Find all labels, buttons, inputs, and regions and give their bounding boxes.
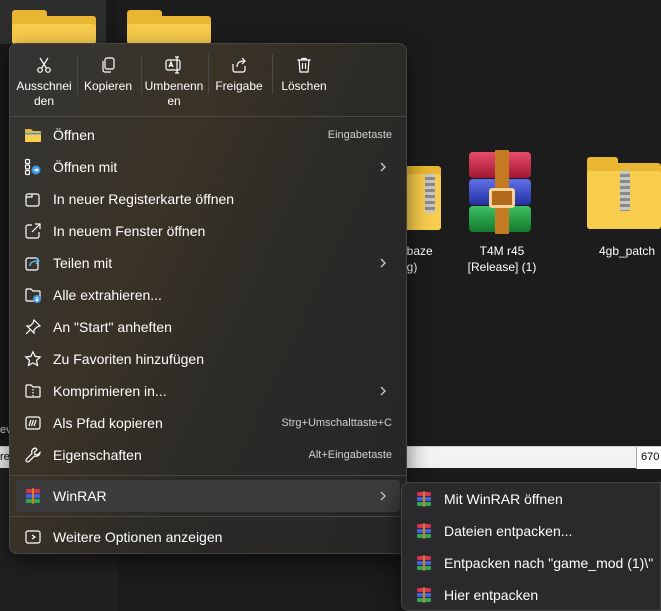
menu-label: Als Pfad kopieren	[53, 415, 163, 431]
menu-shortcut: Strg+Umschalttaste+C	[281, 417, 392, 429]
menu-separator	[10, 475, 406, 476]
copy-icon	[99, 54, 117, 76]
menu-item-share-with[interactable]: Teilen mit	[16, 247, 400, 279]
winrar-archive-icon[interactable]	[467, 150, 533, 234]
menu-item-properties[interactable]: Eigenschaften Alt+Eingabetaste	[16, 439, 400, 471]
menu-label: In neuem Fenster öffnen	[53, 223, 206, 239]
zip-folder-icon[interactable]	[587, 157, 661, 229]
quick-separator	[272, 54, 273, 94]
cut-button[interactable]: Ausschnei den	[14, 50, 74, 112]
copy-label: Kopieren	[83, 79, 133, 93]
delete-label: Löschen	[281, 79, 327, 93]
menu-item-extract-all[interactable]: Alle extrahieren...	[16, 279, 400, 311]
menu-shortcut: Eingabetaste	[327, 129, 392, 141]
menu-item-open[interactable]: Öffnen Eingabetaste	[16, 119, 400, 151]
rename-label: Umbenenn en	[144, 79, 204, 108]
menu-item-compress[interactable]: Komprimieren in...	[16, 375, 400, 407]
trash-icon	[295, 54, 313, 76]
context-menu: Ausschnei den Kopieren Umbenenn en Freig…	[9, 43, 407, 554]
folder-open-icon	[24, 126, 42, 144]
chevron-right-icon	[380, 258, 386, 268]
menu-label: Eigenschaften	[53, 447, 142, 463]
submenu-item-extract-files[interactable]: Dateien entpacken...	[406, 516, 658, 546]
menu-item-copy-as-path[interactable]: Als Pfad kopieren Strg+Umschalttaste+C	[16, 407, 400, 439]
folder-icon[interactable]	[127, 10, 211, 44]
winrar-icon	[416, 491, 432, 507]
chevron-right-icon	[380, 386, 386, 396]
menu-separator	[10, 116, 406, 117]
pin-icon	[24, 318, 42, 336]
submenu-label: Hier entpacken	[444, 587, 539, 603]
more-options-icon	[24, 528, 42, 546]
extract-all-icon	[24, 286, 42, 304]
file-label-4gb-patch: 4gb_patch	[598, 244, 656, 258]
menu-item-open-new-window[interactable]: In neuem Fenster öffnen	[16, 215, 400, 247]
share-label: Freigabe	[215, 79, 263, 93]
rename-icon	[164, 54, 184, 76]
menu-shortcut: Alt+Eingabetaste	[308, 449, 392, 461]
menu-item-pin-to-start[interactable]: An "Start" anheften	[16, 311, 400, 343]
open-with-icon	[24, 158, 42, 176]
quick-separator	[208, 54, 209, 94]
rename-button[interactable]: Umbenenn en	[142, 50, 206, 112]
submenu-label: Dateien entpacken...	[444, 523, 573, 539]
scissors-icon	[35, 54, 53, 76]
submenu-label: Entpacken nach "game_mod (1)\"	[444, 555, 654, 571]
menu-item-open-new-tab[interactable]: In neuer Registerkarte öffnen	[16, 183, 400, 215]
share-with-icon	[24, 254, 42, 272]
menu-label: An "Start" anheften	[53, 319, 172, 335]
quick-separator	[77, 54, 78, 94]
cut-label: Ausschnei den	[16, 79, 72, 108]
delete-button[interactable]: Löschen	[276, 50, 332, 112]
chevron-right-icon	[380, 491, 386, 501]
submenu-item-extract-to-folder[interactable]: Entpacken nach "game_mod (1)\"	[406, 548, 658, 578]
winrar-icon	[24, 487, 42, 505]
file-label-baze: _baze ng)	[400, 244, 433, 274]
menu-label: Alle extrahieren...	[53, 287, 162, 303]
copy-button[interactable]: Kopieren	[80, 50, 136, 112]
menu-item-more-options[interactable]: Weitere Optionen anzeigen	[16, 521, 400, 553]
share-icon	[230, 54, 248, 76]
menu-label: WinRAR	[53, 488, 107, 504]
winrar-icon	[416, 587, 432, 603]
menu-label: Komprimieren in...	[53, 383, 167, 399]
menu-label: Zu Favoriten hinzufügen	[53, 351, 204, 367]
menu-item-open-with[interactable]: Öffnen mit	[16, 151, 400, 183]
copy-path-icon	[24, 414, 42, 432]
menu-item-winrar[interactable]: WinRAR	[16, 480, 400, 512]
menu-item-add-favorites[interactable]: Zu Favoriten hinzufügen	[16, 343, 400, 375]
menu-separator	[10, 516, 406, 517]
winrar-submenu: Mit WinRAR öffnen Dateien entpacken... E…	[401, 482, 661, 611]
quick-action-bar: Ausschnei den Kopieren Umbenenn en Freig…	[10, 44, 406, 112]
winrar-icon	[416, 523, 432, 539]
wrench-icon	[24, 446, 42, 464]
submenu-item-extract-here[interactable]: Hier entpacken	[406, 580, 658, 610]
share-button[interactable]: Freigabe	[210, 50, 268, 112]
submenu-item-open-with-winrar[interactable]: Mit WinRAR öffnen	[406, 484, 658, 514]
submenu-label: Mit WinRAR öffnen	[444, 491, 563, 507]
menu-label: Teilen mit	[53, 255, 113, 271]
menu-label: Öffnen	[53, 127, 95, 143]
new-window-icon	[24, 222, 42, 240]
file-label-t4m: T4M r45 [Release] (1)	[467, 244, 537, 274]
winrar-icon	[416, 555, 432, 571]
star-icon	[24, 350, 42, 368]
menu-label: In neuer Registerkarte öffnen	[53, 191, 235, 207]
menu-label: Öffnen mit	[53, 159, 118, 175]
compress-icon	[24, 382, 42, 400]
menu-label: Weitere Optionen anzeigen	[53, 529, 223, 545]
chevron-right-icon	[380, 162, 386, 172]
new-tab-icon	[24, 190, 42, 208]
details-size-cell: 670	[636, 447, 661, 469]
folder-icon[interactable]	[12, 10, 96, 44]
